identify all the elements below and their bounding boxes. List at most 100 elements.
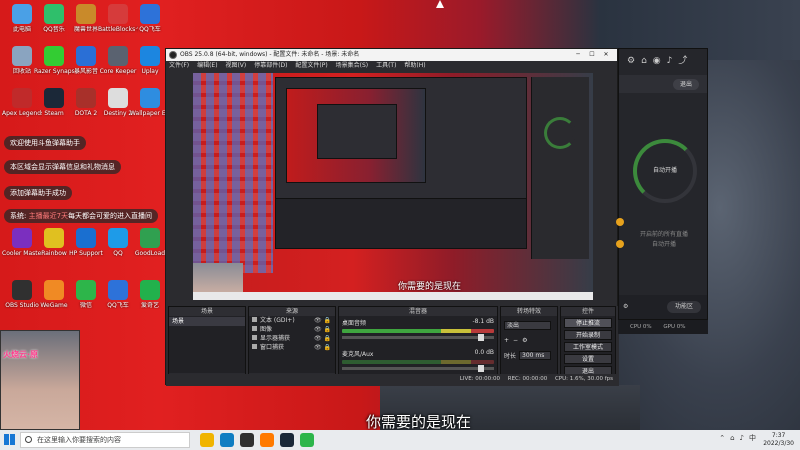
start-recording-button[interactable]: 开始录制 <box>564 330 612 340</box>
app-icon <box>44 280 64 300</box>
douyu-icon[interactable] <box>260 433 274 447</box>
controls-title: 控件 <box>561 307 615 316</box>
slider-handle[interactable] <box>478 365 484 372</box>
desktop-icon[interactable]: QQ飞车 <box>130 2 170 42</box>
ring-label: 自动开播 <box>652 167 677 174</box>
app-icon <box>140 88 160 108</box>
menu-view[interactable]: 视图(V) <box>225 62 246 69</box>
auto-live-ring[interactable]: 自动开播 <box>633 139 697 203</box>
image-icon <box>252 326 257 331</box>
scenes-title: 场景 <box>169 307 245 316</box>
menu-docks[interactable]: 停靠部件(D) <box>254 62 287 69</box>
obs-titlebar[interactable]: OBS 25.0.8 (64-bit, windows) - 配置文件: 未命名… <box>166 49 617 61</box>
visibility-icon[interactable]: 👁 🔒 <box>314 325 331 334</box>
desktop-icon[interactable]: Wallpaper Engine <box>130 86 170 126</box>
mixer-dock: 混音器 桌面音频 -8.1 dB 麦克风/Aux 0.0 dB <box>338 306 498 384</box>
window-title: OBS 25.0.8 (64-bit, windows) - 配置文件: 未命名… <box>180 51 360 58</box>
source-item[interactable]: 显示器捕获 👁 🔒 <box>249 334 335 343</box>
obs-app-icon <box>169 51 177 59</box>
menu-tools[interactable]: 工具(T) <box>376 62 396 69</box>
settings-button[interactable]: 设置 <box>564 354 612 364</box>
app-icon <box>108 46 128 66</box>
menu-scene-collection[interactable]: 场景集合(S) <box>336 62 369 69</box>
gear-icon[interactable]: ⚙ <box>522 337 527 344</box>
channel-name: 麦克风/Aux <box>342 351 374 358</box>
scenes-dock: 场景 场景 +−⌃⌄ <box>168 306 246 384</box>
volume-icon[interactable]: ♪ <box>740 434 744 442</box>
sources-title: 来源 <box>249 307 335 316</box>
app-icon <box>76 280 96 300</box>
ime-icon[interactable]: 中 <box>749 434 756 442</box>
desktop-icon[interactable]: GoodLoad <box>130 226 170 266</box>
file-explorer-icon[interactable] <box>200 433 214 447</box>
user-icon[interactable]: ◉ <box>653 56 661 66</box>
panel-stats: CPU 0% GPU 0% <box>618 320 708 334</box>
menu-file[interactable]: 文件(F) <box>169 62 189 69</box>
info-text: 开启前的所有直播 <box>639 231 688 238</box>
app-icon <box>140 4 160 24</box>
panel-toolbar: ⚙ ⌂ ◉ ♪ ⤴ <box>619 49 707 69</box>
gear-icon[interactable]: ⚙ <box>627 56 635 66</box>
feature-button[interactable]: 功能区 <box>667 301 701 313</box>
visibility-icon[interactable]: 👁 🔒 <box>314 316 331 325</box>
mixer-channel: 麦克风/Aux 0.0 dB <box>339 347 497 372</box>
desktop-icon-label: Wallpaper Engine <box>130 110 170 117</box>
transitions-title: 转场特效 <box>501 307 557 316</box>
visibility-icon[interactable]: 👁 🔒 <box>314 343 331 352</box>
app-icon <box>44 228 64 248</box>
share-icon[interactable]: ⤴ <box>678 56 687 66</box>
stop-streaming-button[interactable]: 停止推流 <box>564 318 612 328</box>
cpu-stat: CPU 0% <box>630 324 652 330</box>
obs-window[interactable]: OBS 25.0.8 (64-bit, windows) - 配置文件: 未命名… <box>165 48 619 386</box>
app-icon <box>108 228 128 248</box>
maximize-button[interactable]: ☐ <box>585 49 599 61</box>
exit-pill-button[interactable]: 退出 <box>673 79 699 90</box>
minimize-button[interactable]: ─ <box>571 49 585 61</box>
app-icon <box>76 88 96 108</box>
source-item[interactable]: 窗口捕获 👁 🔒 <box>249 343 335 352</box>
menu-help[interactable]: 帮助(H) <box>404 62 425 69</box>
app-icon <box>44 46 64 66</box>
scene-item[interactable]: 场景 <box>169 317 245 326</box>
transition-select[interactable]: 淡出 <box>504 320 551 330</box>
studio-mode-button[interactable]: 工作室模式 <box>564 342 612 352</box>
volume-slider[interactable] <box>342 334 494 341</box>
app-icon <box>108 4 128 24</box>
volume-slider[interactable] <box>342 365 494 372</box>
menu-profile[interactable]: 配置文件(P) <box>295 62 327 69</box>
visibility-icon[interactable]: 👁 🔒 <box>314 334 331 343</box>
volume-meter <box>342 360 494 364</box>
source-item[interactable]: 文本 (GDI+) 👁 🔒 <box>249 316 335 325</box>
steam-icon[interactable] <box>280 433 294 447</box>
add-icon[interactable]: + <box>504 337 509 344</box>
taskbar-search[interactable]: 在这里输入你要搜索的内容 <box>20 432 190 448</box>
clock-date: 2022/3/30 <box>763 440 794 447</box>
remove-icon[interactable]: − <box>513 337 518 344</box>
desktop-icon[interactable]: 爱奇艺 <box>130 278 170 318</box>
app-icon <box>140 228 160 248</box>
app-icon <box>108 280 128 300</box>
menu-edit[interactable]: 编辑(E) <box>197 62 217 69</box>
preview-canvas[interactable]: 你需要的是现在 <box>193 73 593 300</box>
taskbar-clock[interactable]: 7:37 2022/3/30 <box>763 432 794 448</box>
monitor-icon <box>252 335 257 340</box>
source-item[interactable]: 图像 👁 🔒 <box>249 325 335 334</box>
webcam-caption: 火烧云·原 <box>3 350 39 359</box>
chevron-up-icon[interactable]: ⌃ <box>719 434 725 442</box>
bell-icon[interactable]: ♪ <box>667 56 673 66</box>
network-icon[interactable]: ⌂ <box>730 434 734 442</box>
window-icon <box>252 344 257 349</box>
lock-icon[interactable]: ⌂ <box>641 56 647 66</box>
windows-start-icon[interactable] <box>4 434 15 445</box>
desktop-icon[interactable]: Uplay <box>130 44 170 84</box>
close-button[interactable]: ✕ <box>599 49 613 61</box>
duration-input[interactable]: 300 ms <box>519 350 551 360</box>
panel-footer: ⚙ 功能区 <box>619 295 707 319</box>
wechat-icon[interactable] <box>300 433 314 447</box>
app-icon <box>76 228 96 248</box>
obs-icon[interactable] <box>240 433 254 447</box>
edge-icon[interactable] <box>220 433 234 447</box>
sources-dock: 来源 文本 (GDI+)👁 🔒 图像👁 🔒 显示器捕获👁 🔒 窗口捕获👁 🔒 +… <box>248 306 336 384</box>
slider-handle[interactable] <box>478 334 484 341</box>
settings-icon[interactable]: ⚙ <box>623 303 628 310</box>
